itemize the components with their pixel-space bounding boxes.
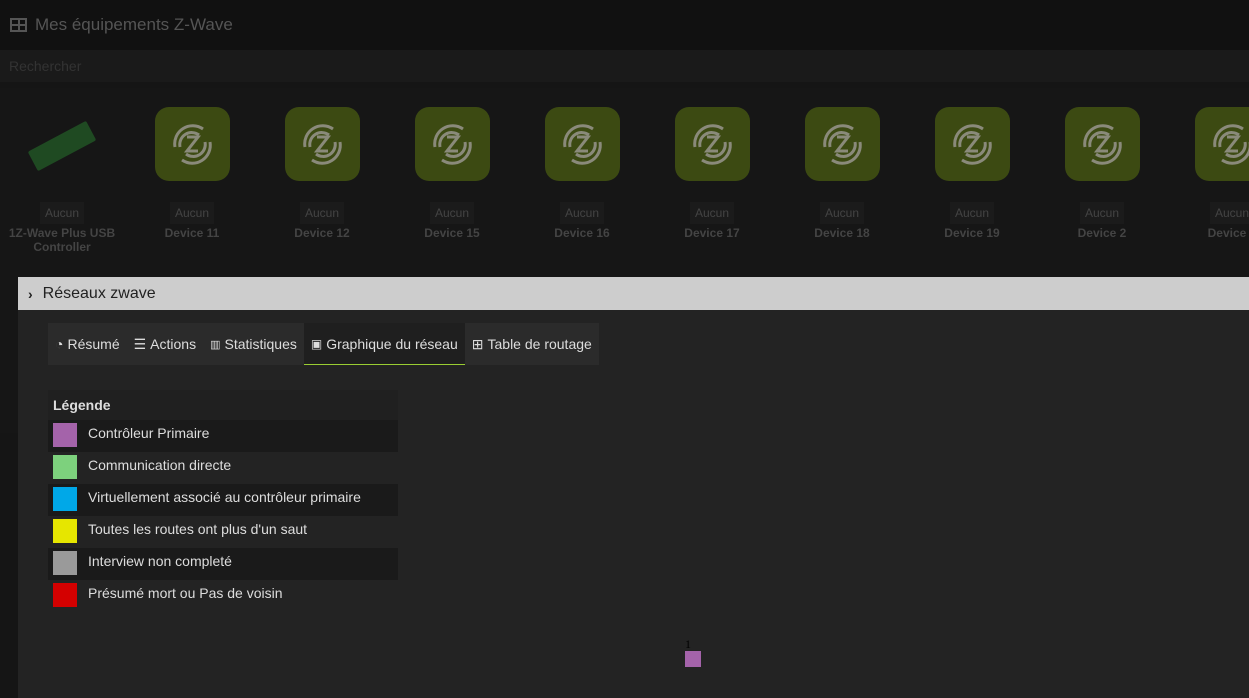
legend-item: Présumé mort ou Pas de voisin — [48, 580, 398, 612]
device-name: Device 16 — [554, 226, 610, 240]
zwave-icon — [284, 107, 360, 181]
legend-label: Interview non completé — [88, 553, 232, 569]
tab-table-routage[interactable]: ⊞ Table de routage — [464, 323, 599, 365]
legend: Légende Contrôleur Primaire Communication… — [48, 390, 398, 612]
legend-label: Communication directe — [88, 457, 232, 473]
tab-actions[interactable]: ☰ Actions — [126, 323, 204, 365]
legend-swatch — [53, 583, 77, 607]
device-card[interactable]: Aucun Device 2 — [1167, 107, 1249, 240]
legend-swatch — [53, 455, 77, 479]
bar-chart-icon: ▥ — [210, 338, 221, 351]
table-icon — [10, 18, 27, 32]
room-badge: Aucun — [689, 202, 735, 224]
zwave-icon — [1064, 107, 1140, 181]
zwave-icon — [414, 107, 490, 181]
room-badge: Aucun — [429, 202, 475, 224]
device-name: Device 18 — [814, 226, 870, 240]
room-badge: Aucun — [559, 202, 605, 224]
modal-header[interactable]: › Réseaux zwave — [18, 277, 1249, 310]
tab-label: Actions — [150, 336, 197, 352]
room-badge: Aucun — [299, 202, 345, 224]
chevron-right-icon: › — [28, 285, 33, 302]
room-badge: Aucun — [949, 202, 995, 224]
device-card[interactable]: Aucun Device 15 — [387, 107, 517, 240]
device-card[interactable]: Aucun Device 12 — [257, 107, 387, 240]
node-label: 1 — [685, 637, 691, 651]
controller-image — [25, 107, 100, 181]
network-modal: › Réseaux zwave ◔ Résumé ☰ Actions ▥ Statis… — [18, 277, 1249, 698]
device-name: Device 15 — [424, 226, 480, 240]
graph-node[interactable] — [685, 651, 701, 667]
legend-swatch — [53, 551, 77, 575]
legend-label: Virtuellement associé au contrôleur prim… — [88, 489, 361, 505]
legend-swatch — [53, 487, 77, 511]
modal-title: Réseaux zwave — [42, 284, 156, 302]
tab-statistiques[interactable]: ▥ Statistiques — [203, 323, 304, 365]
legend-item: Contrôleur Primaire — [48, 420, 398, 452]
room-badge: Aucun — [169, 202, 215, 224]
zwave-icon — [804, 107, 880, 181]
device-card[interactable]: Aucun Device 17 — [647, 107, 777, 240]
device-name: Device 2 — [1077, 226, 1127, 240]
tab-graphique[interactable]: ▣ Graphique du réseau — [303, 323, 465, 365]
legend-label: Contrôleur Primaire — [88, 425, 210, 441]
table-icon: ⊞ — [471, 335, 484, 352]
gauge-icon: ◔ — [55, 336, 64, 352]
legend-item: Virtuellement associé au contrôleur prim… — [48, 484, 398, 516]
legend-item: Interview non completé — [48, 548, 398, 580]
room-badge: Aucun — [819, 202, 865, 224]
device-name: Device 17 — [684, 226, 740, 240]
device-name: Device 2 — [1207, 226, 1249, 240]
room-badge: Aucun — [1209, 202, 1249, 224]
tab-bar: ◔ Résumé ☰ Actions ▥ Statistiques ▣ Graphiqu… — [48, 323, 599, 365]
legend-swatch — [53, 519, 77, 543]
device-card[interactable]: Aucun Device 19 — [907, 107, 1037, 240]
room-badge: Aucun — [1079, 202, 1125, 224]
room-badge: Aucun — [39, 202, 85, 224]
device-name: 1Z-Wave Plus USB Controller — [8, 226, 116, 254]
sliders-icon: ☰ — [133, 335, 147, 352]
device-card[interactable]: Aucun Device 18 — [777, 107, 907, 240]
zwave-icon — [154, 107, 230, 181]
legend-label: Présumé mort ou Pas de voisin — [88, 585, 283, 601]
device-name: Device 19 — [944, 226, 1000, 240]
device-card[interactable]: Aucun Device 2 — [1037, 107, 1167, 240]
device-card[interactable]: Aucun Device 16 — [517, 107, 647, 240]
zwave-icon — [934, 107, 1010, 181]
legend-item: Toutes les routes ont plus d'un saut — [48, 516, 398, 548]
tab-resume[interactable]: ◔ Résumé — [48, 323, 127, 365]
device-card[interactable]: Aucun Device 11 — [127, 107, 257, 240]
device-card[interactable]: Aucun 1Z-Wave Plus USB Controller — [0, 107, 127, 254]
legend-item: Communication directe — [48, 452, 398, 484]
page-header: Mes équipements Z-Wave — [0, 0, 1249, 50]
zwave-icon — [544, 107, 620, 181]
tab-label: Résumé — [67, 336, 120, 352]
tab-label: Graphique du réseau — [326, 335, 458, 352]
zwave-icon — [674, 107, 750, 181]
tab-label: Statistiques — [224, 336, 297, 352]
legend-label: Toutes les routes ont plus d'un saut — [88, 521, 308, 537]
tab-label: Table de routage — [487, 336, 592, 352]
legend-title: Légende — [48, 390, 398, 420]
device-name: Device 11 — [164, 226, 220, 240]
zwave-icon — [1194, 107, 1249, 181]
device-name: Device 12 — [294, 226, 350, 240]
page-title: Mes équipements Z-Wave — [35, 15, 233, 34]
search-input[interactable]: Rechercher — [0, 50, 1249, 82]
image-icon: ▣ — [310, 336, 323, 351]
legend-swatch — [53, 423, 77, 447]
